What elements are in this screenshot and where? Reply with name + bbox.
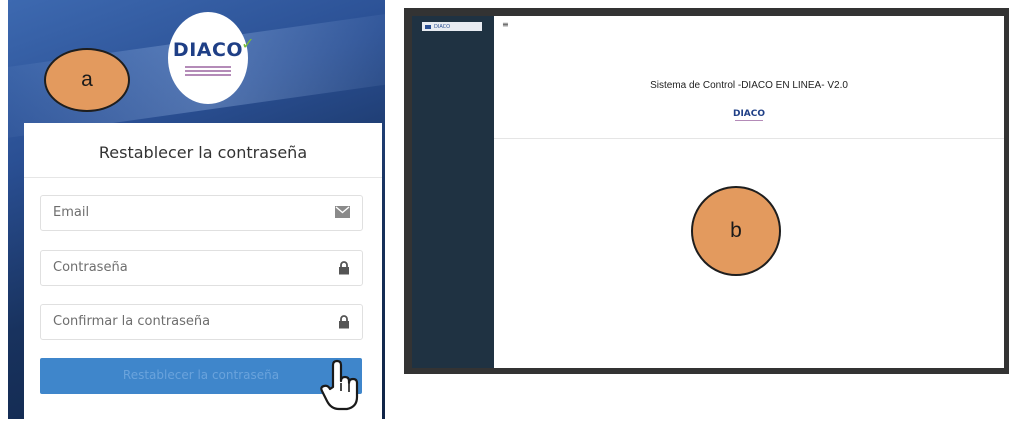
reset-password-panel: a DIACO ✓ Restablecer la contraseña Emai… (8, 0, 385, 419)
callout-a: a (44, 48, 130, 112)
lock-icon (339, 315, 349, 329)
system-title: Sistema de Control -DIACO EN LINEA- V2.0 (650, 80, 848, 91)
diaco-small-logo-text: DIACO (732, 109, 766, 119)
email-placeholder: Email (53, 205, 90, 220)
system-home-panel: DIACO ≡ Sistema de Control -DIACO EN LIN… (404, 8, 1009, 374)
callout-b: b (691, 186, 781, 276)
diaco-logo: DIACO ✓ (168, 12, 255, 104)
password-placeholder: Contraseña (53, 260, 128, 275)
reset-password-button[interactable]: Restablecer la contraseña (40, 358, 362, 394)
menu-toggle-icon[interactable]: ≡ (502, 20, 509, 29)
callout-b-label: b (730, 219, 742, 242)
divider (494, 138, 1004, 139)
brand-mark-icon (425, 24, 431, 29)
hand-pointer-icon (320, 359, 359, 411)
diaco-small-logo: DIACO (727, 109, 771, 122)
confirm-password-placeholder: Confirmar la contraseña (53, 314, 211, 329)
password-field[interactable]: Contraseña (40, 250, 363, 286)
form-title: Restablecer la contraseña (98, 143, 308, 162)
confirm-password-field[interactable]: Confirmar la contraseña (40, 304, 363, 340)
logo-subtitle-lines (185, 64, 231, 78)
checkmark-icon: ✓ (241, 33, 256, 53)
divider (24, 177, 382, 178)
sidebar-brand-text: DIACO (434, 23, 451, 30)
lock-icon (339, 261, 349, 275)
reset-password-card: Restablecer la contraseña Email Contrase… (24, 123, 382, 419)
reset-password-button-label: Restablecer la contraseña (122, 368, 280, 382)
sidebar-brand[interactable]: DIACO (422, 22, 482, 31)
callout-a-label: a (81, 68, 93, 91)
envelope-icon (335, 206, 350, 218)
email-field[interactable]: Email (40, 195, 363, 231)
sidebar: DIACO (412, 16, 494, 368)
diaco-logo-text: DIACO (172, 38, 244, 61)
